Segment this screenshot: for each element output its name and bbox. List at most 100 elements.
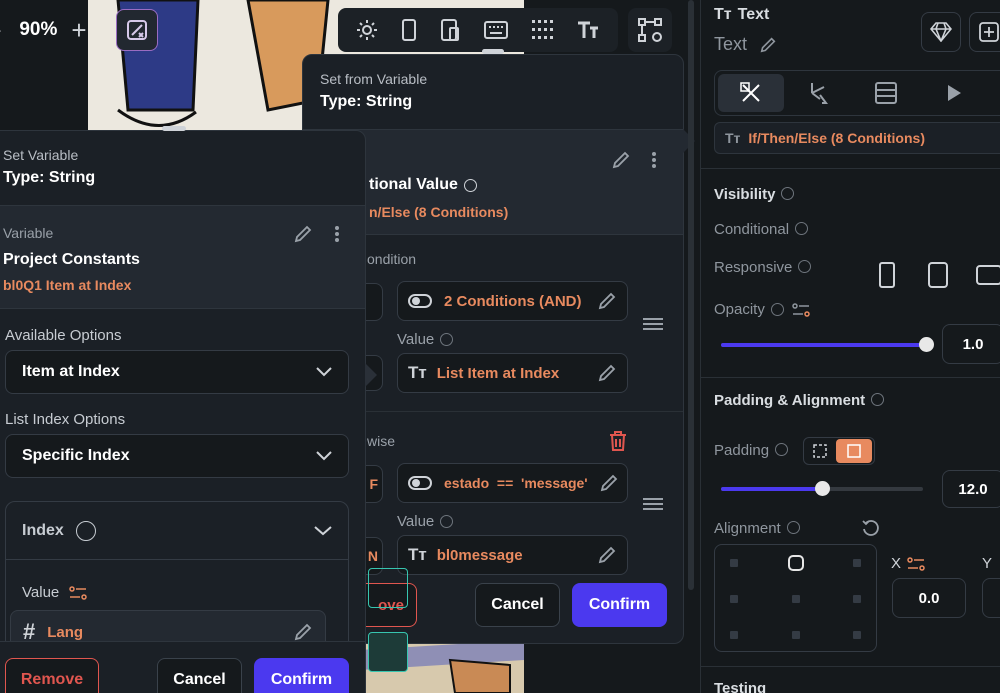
value-1-text: List Item at Index	[436, 364, 560, 382]
opacity-input[interactable]: 1.0	[942, 324, 1000, 364]
edit-icon[interactable]	[293, 224, 313, 244]
cancel-button[interactable]: Cancel	[475, 583, 560, 627]
popup-type: Type: String	[320, 93, 413, 110]
align-x-text: X	[891, 555, 902, 572]
conditional-value-row[interactable]: Tт If/Then/Else (8 Conditions)	[714, 122, 1000, 154]
padding-mode-all[interactable]	[836, 439, 872, 463]
flow-settings-icon	[638, 18, 662, 42]
panel-tabs	[714, 70, 1000, 116]
align-x-label: X	[891, 555, 925, 572]
remove-button[interactable]: Remove	[5, 658, 99, 693]
canvas-selection-box[interactable]	[368, 568, 408, 608]
panel-scrollbar[interactable]	[688, 0, 694, 590]
padding-slider-knob[interactable]	[815, 481, 830, 496]
index-header[interactable]: Index	[6, 502, 348, 560]
widget-text-row[interactable]: Text	[714, 34, 777, 55]
source-value: tional Value	[369, 176, 477, 194]
edit-icon[interactable]	[597, 545, 617, 565]
tab-animations[interactable]	[920, 84, 988, 102]
list-index-options-value: Specific Index	[22, 447, 130, 464]
zoom-minus[interactable]: -	[0, 17, 1, 43]
tablet-icon[interactable]	[440, 18, 460, 42]
alignment-grid[interactable]	[714, 544, 877, 652]
available-options-label: Available Options	[5, 327, 122, 344]
align-x-input[interactable]: 0.0	[892, 578, 966, 618]
phone-icon[interactable]	[401, 18, 417, 42]
canvas-selection-box-2[interactable]	[368, 632, 408, 672]
text-type-icon: Tт	[408, 545, 427, 564]
desktop-visibility-icon[interactable]	[975, 264, 1000, 286]
popup-drag-handle[interactable]	[162, 126, 186, 131]
alignment-text: Alignment	[714, 520, 781, 537]
value-field-1[interactable]: Tт List Item at Index	[397, 353, 628, 393]
sun-icon[interactable]	[356, 19, 378, 41]
confirm-button[interactable]: Confirm	[254, 658, 349, 693]
variable-settings-icon[interactable]	[907, 556, 925, 572]
padding-slider-fill	[721, 487, 822, 491]
tab-backend-query[interactable]	[852, 81, 920, 105]
divider	[701, 168, 1000, 169]
diamond-icon	[930, 22, 952, 42]
cond2-field[interactable]: estado == 'message'	[397, 463, 628, 503]
edit-icon[interactable]	[599, 473, 619, 493]
padding-mode-individual[interactable]	[804, 444, 836, 458]
reset-icon[interactable]	[862, 519, 880, 537]
popup-drag-handle[interactable]	[482, 49, 504, 54]
toggle-icon	[408, 476, 432, 490]
info-icon	[795, 222, 809, 235]
more-icon[interactable]	[334, 224, 340, 244]
zoom-in-button[interactable]: +	[71, 15, 86, 46]
value-field-2[interactable]: Tт bl0message	[397, 535, 628, 575]
available-options-dropdown[interactable]: Item at Index	[5, 350, 349, 394]
source-value-text: tional Value	[369, 176, 458, 193]
opacity-value: 1.0	[962, 335, 984, 353]
info-icon	[786, 521, 800, 534]
divider	[701, 377, 1000, 378]
tab-properties[interactable]	[718, 74, 784, 112]
drag-handle-icon[interactable]	[643, 497, 663, 511]
popup-heading: Set Variable	[3, 147, 79, 163]
variable-section: Variable Project Constants bl0Q1 Item at…	[0, 205, 365, 309]
opacity-slider-knob[interactable]	[919, 337, 934, 352]
tablet-visibility-icon[interactable]	[927, 261, 949, 289]
padding-input[interactable]: 12.0	[942, 470, 1000, 508]
flow-settings-button[interactable]	[628, 8, 672, 52]
text-size-icon[interactable]	[576, 20, 600, 40]
padding-alignment-text: Padding & Alignment	[714, 392, 866, 409]
text-type-icon: Tт	[725, 130, 741, 146]
padding-all-icon	[847, 444, 861, 458]
drag-handle-icon[interactable]	[643, 317, 663, 331]
confirm-button[interactable]: Confirm	[572, 583, 667, 627]
edit-icon[interactable]	[759, 36, 777, 54]
align-y-input[interactable]	[982, 578, 1000, 618]
cancel-button-label: Cancel	[491, 596, 544, 613]
padding-slider[interactable]	[721, 481, 923, 497]
add-widget-button[interactable]	[969, 12, 1000, 52]
cancel-button[interactable]: Cancel	[157, 658, 242, 693]
list-index-options-dropdown[interactable]: Specific Index	[5, 434, 349, 478]
edit-icon[interactable]	[611, 150, 631, 170]
tab-actions[interactable]	[784, 81, 852, 105]
edit-icon[interactable]	[293, 622, 313, 642]
grid-icon[interactable]	[531, 19, 553, 41]
magic-tool-button[interactable]	[116, 9, 158, 51]
edit-icon[interactable]	[597, 363, 617, 383]
trash-icon[interactable]	[609, 431, 627, 451]
toggle-icon	[408, 294, 432, 308]
more-icon[interactable]	[651, 150, 657, 170]
variable-settings-icon[interactable]	[69, 585, 88, 601]
popup-heading: Set from Variable	[320, 71, 428, 87]
database-icon	[875, 82, 897, 104]
value-2-text: bl0message	[436, 546, 523, 564]
phone-visibility-icon[interactable]	[878, 261, 896, 289]
condition-field[interactable]: 2 Conditions (AND)	[397, 281, 628, 321]
otherwise-label: wise	[367, 433, 396, 449]
confirm-button-label: Confirm	[588, 596, 651, 613]
index-value-text: Lang	[47, 623, 84, 641]
edit-icon[interactable]	[597, 291, 617, 311]
variable-settings-icon[interactable]	[792, 302, 810, 318]
device-toolbar	[338, 8, 618, 52]
keyboard-icon[interactable]	[483, 21, 508, 39]
gem-button[interactable]	[921, 12, 961, 52]
opacity-slider[interactable]	[721, 337, 934, 353]
